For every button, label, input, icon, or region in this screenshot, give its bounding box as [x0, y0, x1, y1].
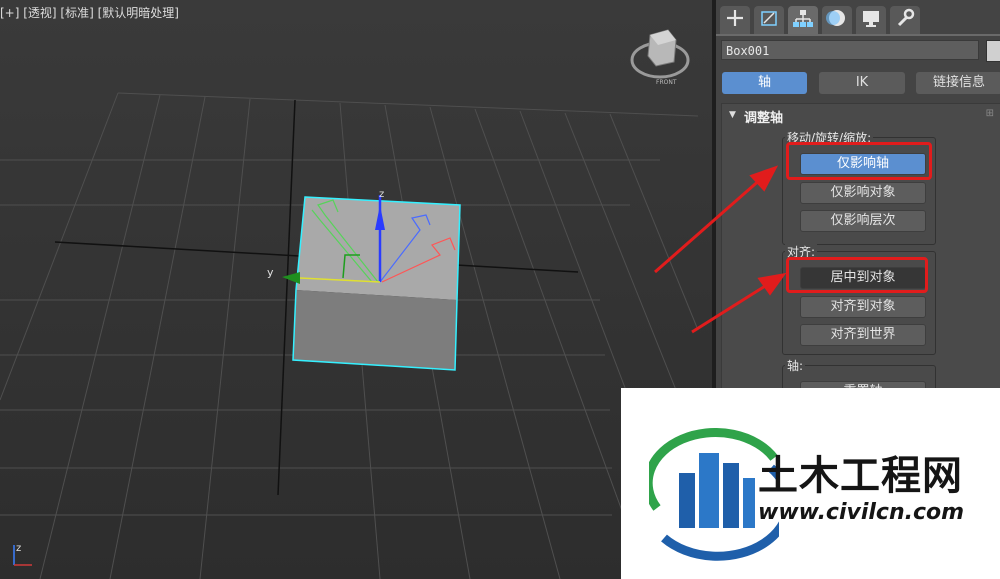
tabstrip-underline — [716, 34, 1000, 36]
hierarchy-icon — [792, 8, 814, 32]
watermark-logo: 土木工程网 www.civilcn.com — [621, 388, 1000, 579]
object-name-field[interactable]: Box001 — [721, 40, 979, 60]
watermark-site-name: 土木工程网 — [758, 453, 963, 499]
create-plus-icon — [725, 8, 745, 32]
watermark-url: www.civilcn.com — [758, 500, 965, 525]
modify-icon — [759, 8, 779, 32]
gizmo-z-label: z — [379, 189, 384, 200]
align-to-world-button[interactable]: 对齐到世界 — [800, 324, 926, 346]
viewport-label-menu[interactable]: [+] [透视] [标准] [默认明暗处理] — [0, 4, 179, 21]
tab-motion[interactable] — [822, 6, 852, 34]
utilities-wrench-icon — [895, 8, 915, 32]
highlight-center-to-object — [786, 257, 928, 293]
rollout-title[interactable]: 调整轴 — [744, 107, 783, 126]
pivot-group-label: 轴: — [785, 357, 806, 374]
motion-icon — [826, 8, 848, 32]
tab-utilities[interactable] — [890, 6, 920, 34]
tab-create[interactable] — [720, 6, 750, 34]
perspective-viewport[interactable]: y z FRONT z [+] [透视] [标准] [默认明暗处理] — [0, 0, 712, 579]
corner-axis-z-label: z — [16, 543, 21, 554]
viewport-scene: y z FRONT z — [0, 29, 699, 579]
pivot-mode-button[interactable]: 轴 — [722, 72, 807, 94]
rollout-drag-icon[interactable]: ⊞ — [986, 108, 994, 119]
affect-hierarchy-only-button[interactable]: 仅影响层次 — [800, 210, 926, 232]
tab-display[interactable] — [856, 6, 886, 34]
rollout-collapse-icon[interactable]: ▼ — [729, 110, 736, 120]
link-info-button[interactable]: 链接信息 — [916, 72, 1000, 94]
gizmo-y-label: y — [267, 266, 274, 279]
tab-modify[interactable] — [754, 6, 784, 34]
affect-object-only-button[interactable]: 仅影响对象 — [800, 182, 926, 204]
viewcube-front-label: FRONT — [656, 79, 677, 86]
viewcube[interactable]: FRONT — [630, 29, 690, 86]
highlight-affect-pivot-only — [786, 142, 932, 180]
align-to-object-button[interactable]: 对齐到对象 — [800, 296, 926, 318]
ik-mode-button[interactable]: IK — [819, 72, 905, 94]
object-color-swatch[interactable] — [986, 40, 1000, 62]
tab-hierarchy[interactable] — [788, 6, 818, 34]
display-icon — [861, 8, 881, 32]
